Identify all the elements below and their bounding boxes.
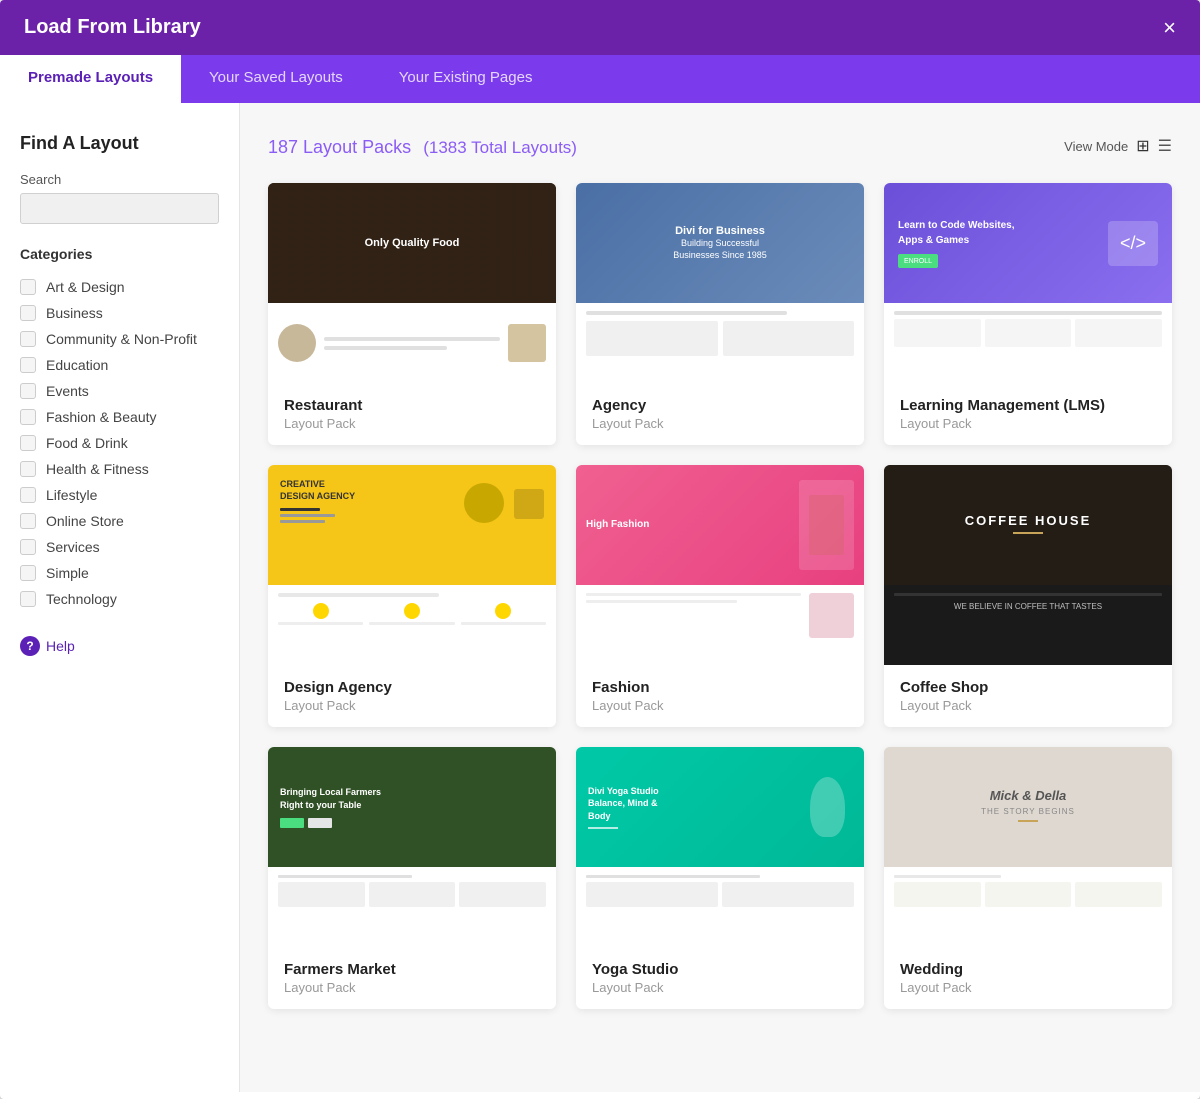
- search-label: Search: [20, 172, 219, 187]
- layout-card-farmers-market[interactable]: Bringing Local FarmersRight to your Tabl…: [268, 747, 556, 1009]
- card-preview-agency: Divi for BusinessBuilding SuccessfulBusi…: [576, 183, 864, 383]
- category-technology[interactable]: Technology: [20, 586, 219, 612]
- list-view-icon[interactable]: ☰: [1158, 136, 1172, 156]
- checkbox-community[interactable]: [20, 331, 36, 347]
- categories-title: Categories: [20, 246, 219, 262]
- categories-list: Art & Design Business Community & Non-Pr…: [20, 274, 219, 612]
- help-icon: ?: [20, 636, 40, 656]
- category-art-design[interactable]: Art & Design: [20, 274, 219, 300]
- checkbox-education[interactable]: [20, 357, 36, 373]
- category-lifestyle[interactable]: Lifestyle: [20, 482, 219, 508]
- checkbox-lifestyle[interactable]: [20, 487, 36, 503]
- category-fashion[interactable]: Fashion & Beauty: [20, 404, 219, 430]
- checkbox-business[interactable]: [20, 305, 36, 321]
- category-online-store[interactable]: Online Store: [20, 508, 219, 534]
- sidebar: Find A Layout Search Categories Art & De…: [0, 103, 240, 1092]
- card-preview-design-agency: CREATIVEDESIGN AGENCY: [268, 465, 556, 665]
- card-preview-fashion: High Fashion: [576, 465, 864, 665]
- modal-container: Load From Library × Premade Layouts Your…: [0, 0, 1200, 1099]
- card-info-design-agency: Design Agency Layout Pack: [268, 665, 556, 727]
- category-health[interactable]: Health & Fitness: [20, 456, 219, 482]
- checkbox-food[interactable]: [20, 435, 36, 451]
- main-content: 187 Layout Packs (1383 Total Layouts) Vi…: [240, 103, 1200, 1092]
- checkbox-events[interactable]: [20, 383, 36, 399]
- checkbox-health[interactable]: [20, 461, 36, 477]
- checkbox-art-design[interactable]: [20, 279, 36, 295]
- card-info-coffee-shop: Coffee Shop Layout Pack: [884, 665, 1172, 727]
- layout-card-lms[interactable]: Learn to Code Websites,Apps & Games ENRO…: [884, 183, 1172, 445]
- content-header: 187 Layout Packs (1383 Total Layouts) Vi…: [268, 133, 1172, 159]
- layout-card-fashion[interactable]: High Fashion: [576, 465, 864, 727]
- help-link[interactable]: ? Help: [20, 636, 219, 656]
- card-preview-restaurant: Only Quality Food: [268, 183, 556, 383]
- card-info-farmers-market: Farmers Market Layout Pack: [268, 947, 556, 1009]
- layout-card-coffee-shop[interactable]: COFFEE HOUSE WE BELIEVE IN COFFEE THAT T…: [884, 465, 1172, 727]
- layout-grid: Only Quality Food Restaurant: [268, 183, 1172, 1009]
- card-info-yoga-studio: Yoga Studio Layout Pack: [576, 947, 864, 1009]
- card-info-wedding: Wedding Layout Pack: [884, 947, 1172, 1009]
- view-mode-controls: View Mode ⊞ ☰: [1064, 136, 1172, 156]
- checkbox-technology[interactable]: [20, 591, 36, 607]
- checkbox-simple[interactable]: [20, 565, 36, 581]
- layout-card-yoga-studio[interactable]: Divi Yoga StudioBalance, Mind &Body: [576, 747, 864, 1009]
- modal-title: Load From Library: [24, 16, 201, 39]
- card-info-lms: Learning Management (LMS) Layout Pack: [884, 383, 1172, 445]
- card-info-restaurant: Restaurant Layout Pack: [268, 383, 556, 445]
- card-info-agency: Agency Layout Pack: [576, 383, 864, 445]
- layout-card-restaurant[interactable]: Only Quality Food Restaurant: [268, 183, 556, 445]
- grid-view-icon[interactable]: ⊞: [1136, 136, 1149, 156]
- card-info-fashion: Fashion Layout Pack: [576, 665, 864, 727]
- checkbox-services[interactable]: [20, 539, 36, 555]
- card-preview-lms: Learn to Code Websites,Apps & Games ENRO…: [884, 183, 1172, 383]
- tab-premade[interactable]: Premade Layouts: [0, 55, 181, 103]
- category-education[interactable]: Education: [20, 352, 219, 378]
- checkbox-fashion[interactable]: [20, 409, 36, 425]
- layout-count: 187 Layout Packs (1383 Total Layouts): [268, 133, 577, 159]
- tab-existing[interactable]: Your Existing Pages: [371, 55, 561, 103]
- modal-tabs: Premade Layouts Your Saved Layouts Your …: [0, 55, 1200, 103]
- layout-card-design-agency[interactable]: CREATIVEDESIGN AGENCY: [268, 465, 556, 727]
- card-preview-farmers-market: Bringing Local FarmersRight to your Tabl…: [268, 747, 556, 947]
- modal-body: Find A Layout Search Categories Art & De…: [0, 103, 1200, 1092]
- modal-header: Load From Library ×: [0, 0, 1200, 55]
- layout-card-wedding[interactable]: Mick & Della THE STORY BEGINS: [884, 747, 1172, 1009]
- category-simple[interactable]: Simple: [20, 560, 219, 586]
- close-button[interactable]: ×: [1163, 17, 1176, 39]
- category-services[interactable]: Services: [20, 534, 219, 560]
- category-events[interactable]: Events: [20, 378, 219, 404]
- search-input[interactable]: [20, 193, 219, 224]
- layout-card-agency[interactable]: Divi for BusinessBuilding SuccessfulBusi…: [576, 183, 864, 445]
- category-community[interactable]: Community & Non-Profit: [20, 326, 219, 352]
- category-food[interactable]: Food & Drink: [20, 430, 219, 456]
- card-preview-coffee-shop: COFFEE HOUSE WE BELIEVE IN COFFEE THAT T…: [884, 465, 1172, 665]
- card-preview-yoga-studio: Divi Yoga StudioBalance, Mind &Body: [576, 747, 864, 947]
- category-business[interactable]: Business: [20, 300, 219, 326]
- card-preview-wedding: Mick & Della THE STORY BEGINS: [884, 747, 1172, 947]
- tab-saved[interactable]: Your Saved Layouts: [181, 55, 371, 103]
- sidebar-title: Find A Layout: [20, 133, 219, 154]
- checkbox-online-store[interactable]: [20, 513, 36, 529]
